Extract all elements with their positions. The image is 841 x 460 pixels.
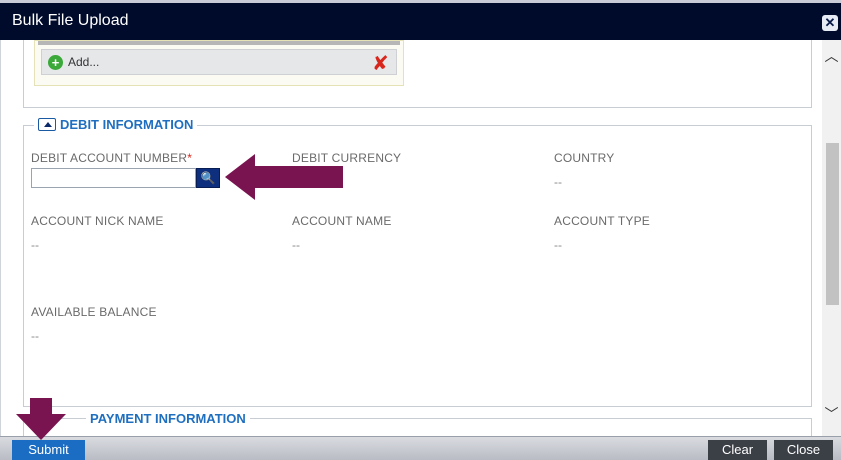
country-label: COUNTRY [554,151,615,165]
vertical-scrollbar[interactable]: ︿ ﹀ [822,40,841,436]
window-title: Bulk File Upload [12,12,129,29]
remove-icon[interactable]: ✘ [372,51,389,75]
upload-section: + Add... ✘ [23,40,812,108]
clear-button[interactable]: Clear [708,440,767,460]
add-file-container: + Add... ✘ [34,40,404,86]
add-file-row[interactable]: + Add... ✘ [41,49,397,75]
available-balance-value: -- [31,329,39,343]
required-marker: * [187,151,193,165]
debit-information-title: DEBIT INFORMATION [60,117,194,132]
account-name-label: ACCOUNT NAME [292,214,392,228]
debit-information-header[interactable]: DEBIT INFORMATION [34,117,198,132]
annotation-arrow-down [16,398,66,440]
annotation-arrow-left [225,154,343,200]
payment-information-section: PAYMENT INFORMATION [23,411,812,436]
collapse-icon[interactable] [38,118,56,131]
add-icon[interactable]: + [48,55,63,70]
account-type-label: ACCOUNT TYPE [554,214,650,228]
scroll-down-icon[interactable]: ﹀ [824,404,839,423]
dialog-footer: Submit Clear Close [0,436,841,460]
debit-account-number-label: DEBIT ACCOUNT NUMBER* [31,151,193,165]
scroll-up-icon[interactable]: ︿ [824,46,839,65]
search-icon[interactable]: 🔍 [196,168,220,188]
title-bar: Bulk File Upload ✕ [0,0,841,40]
add-file-label[interactable]: Add... [68,55,99,69]
country-value: -- [554,175,562,189]
account-type-value: -- [554,238,562,252]
file-list-bar [38,41,400,45]
account-nick-name-value: -- [31,238,39,252]
account-name-value: -- [292,238,300,252]
payment-information-title[interactable]: PAYMENT INFORMATION [86,411,250,426]
scroll-thumb[interactable] [826,143,839,305]
debit-information-section: DEBIT INFORMATION DEBIT ACCOUNT NUMBER* … [23,117,812,407]
dialog-content: + Add... ✘ DEBIT INFORMATION DEBIT ACCOU… [0,40,822,436]
account-nick-name-label: ACCOUNT NICK NAME [31,214,164,228]
close-button[interactable]: Close [774,440,833,460]
submit-button[interactable]: Submit [12,440,85,460]
close-icon[interactable]: ✕ [822,15,838,31]
available-balance-label: AVAILABLE BALANCE [31,305,157,319]
debit-account-number-input[interactable] [31,168,196,188]
